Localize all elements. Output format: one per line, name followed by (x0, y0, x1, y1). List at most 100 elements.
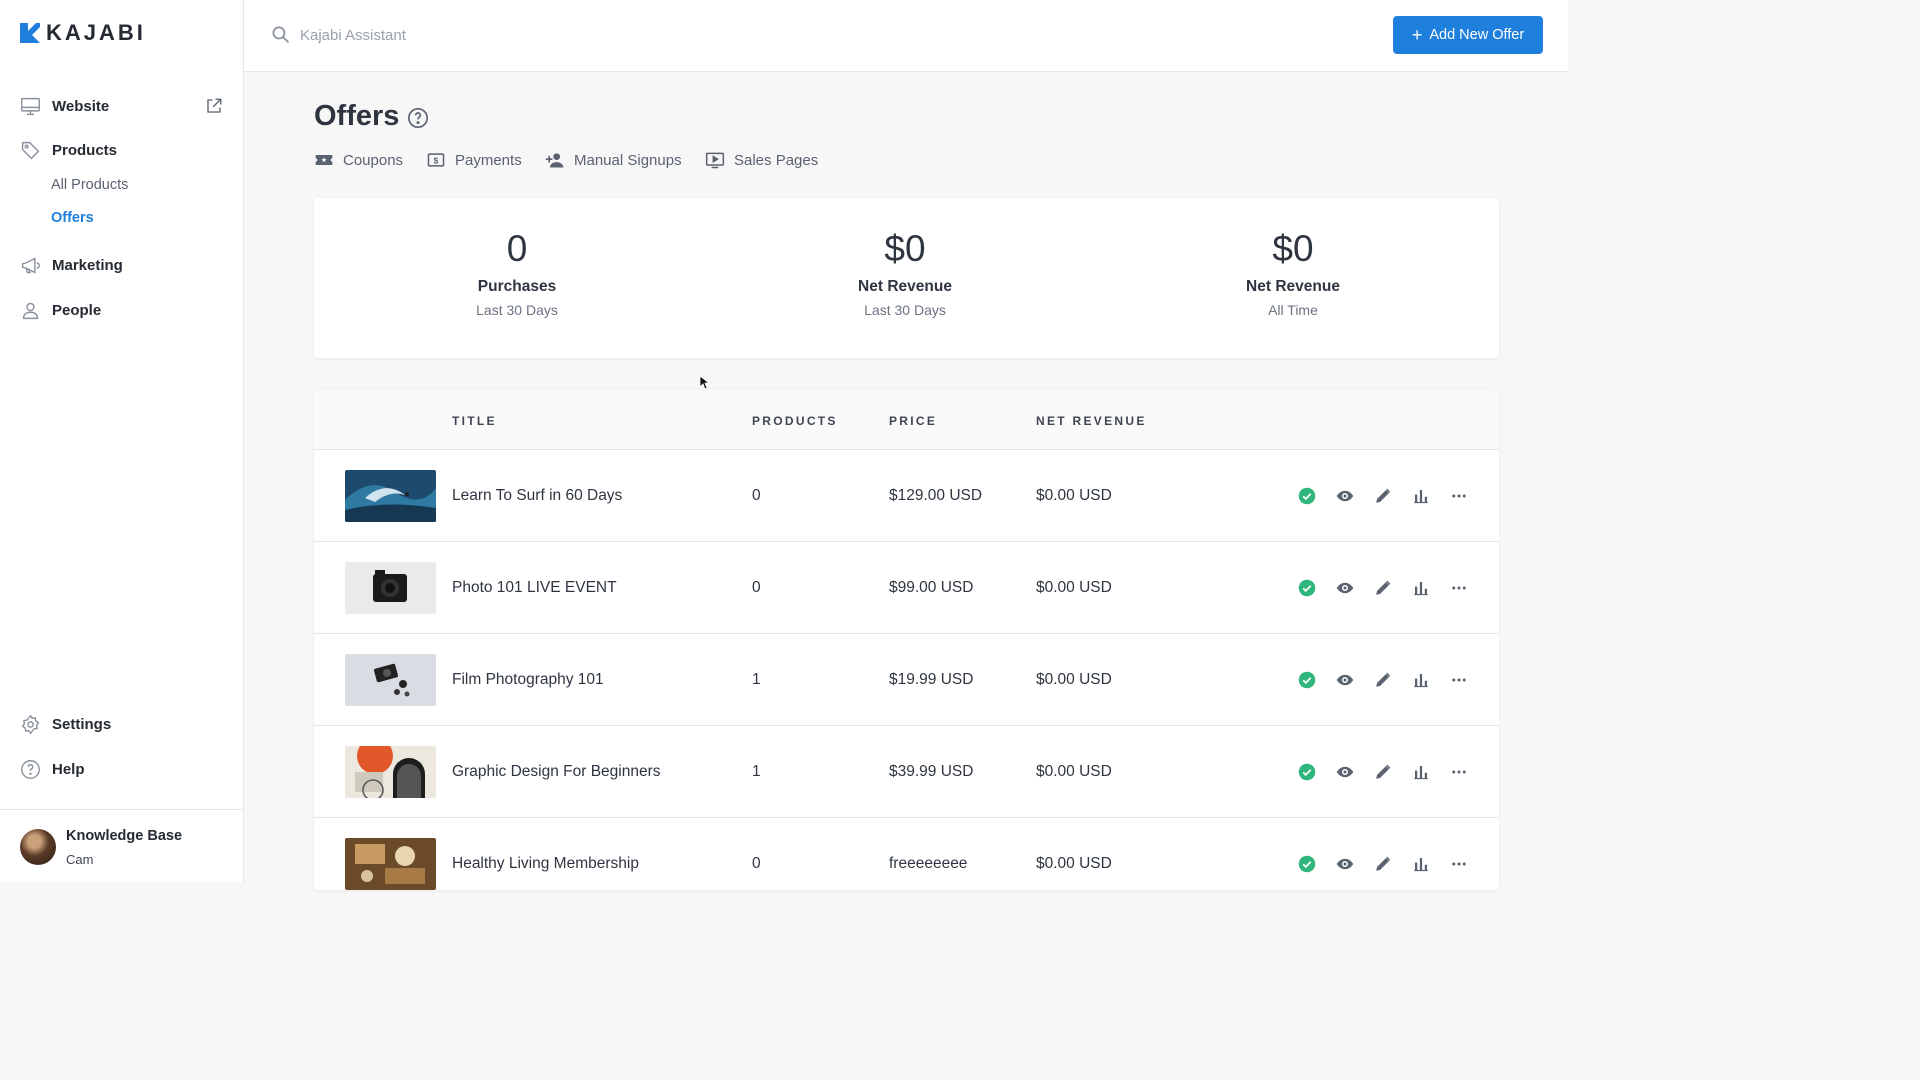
user-name: Cam (66, 852, 94, 867)
plus-icon: + (1411, 25, 1423, 45)
offer-thumbnail-surf[interactable] (345, 470, 436, 522)
table-row: Photo 101 LIVE EVENT 0 $99.00 USD $0.00 … (314, 542, 1499, 634)
row-actions (1298, 763, 1468, 781)
check-circle-icon[interactable] (1298, 487, 1316, 505)
more-icon[interactable] (1450, 487, 1468, 505)
bar-chart-icon[interactable] (1412, 487, 1430, 505)
offer-thumbnail-camera[interactable] (345, 562, 436, 614)
kajabi-logo[interactable]: KAJABI (20, 20, 146, 46)
sidebar-item-label: People (52, 302, 102, 319)
gear-icon (21, 714, 40, 735)
offer-products: 1 (752, 671, 761, 688)
stat-value: $0 (884, 228, 926, 269)
sidebar-item-help[interactable]: Help (20, 759, 85, 780)
external-link-icon[interactable] (205, 97, 223, 115)
column-header-price[interactable]: PRICE (889, 414, 937, 428)
bar-chart-icon[interactable] (1412, 579, 1430, 597)
table-row: Film Photography 101 1 $19.99 USD $0.00 … (314, 634, 1499, 726)
stat-label: Purchases (477, 278, 557, 295)
stat-period: All Time (1268, 302, 1318, 318)
offer-revenue: $0.00 USD (1036, 487, 1112, 504)
stat-net-revenue-all-time: $0 Net Revenue All Time (1096, 198, 1490, 318)
subnav-payments[interactable]: $ Payments (426, 150, 522, 170)
check-circle-icon[interactable] (1298, 671, 1316, 689)
sidebar-item-settings[interactable]: Settings (20, 714, 111, 735)
offer-revenue: $0.00 USD (1036, 671, 1112, 688)
stat-value: 0 (506, 228, 528, 269)
pencil-icon[interactable] (1374, 763, 1392, 781)
bar-chart-icon[interactable] (1412, 671, 1430, 689)
subnav-label: Manual Signups (574, 151, 682, 169)
stat-period: Last 30 Days (476, 302, 558, 318)
stat-period: Last 30 Days (864, 302, 946, 318)
row-actions (1298, 579, 1468, 597)
offer-price: $99.00 USD (889, 579, 974, 596)
more-icon[interactable] (1450, 763, 1468, 781)
sidebar-item-marketing[interactable]: Marketing (20, 255, 123, 276)
offer-thumbnail-healthy-living[interactable] (345, 838, 436, 890)
eye-icon[interactable] (1336, 671, 1354, 689)
offer-thumbnail-graphic-design[interactable] (345, 746, 436, 798)
mouse-cursor-icon (700, 376, 710, 390)
assistant-search-input[interactable] (300, 22, 800, 48)
question-circle-icon[interactable] (407, 107, 429, 129)
pencil-icon[interactable] (1374, 487, 1392, 505)
column-header-net-revenue[interactable]: NET REVENUE (1036, 414, 1147, 428)
more-icon[interactable] (1450, 855, 1468, 873)
sidebar-item-products[interactable]: Products (20, 140, 117, 161)
check-circle-icon[interactable] (1298, 579, 1316, 597)
subnav-label: Coupons (343, 151, 404, 169)
offer-title[interactable]: Photo 101 LIVE EVENT (452, 579, 617, 597)
pencil-icon[interactable] (1374, 671, 1392, 689)
check-circle-icon[interactable] (1298, 763, 1316, 781)
subnav-manual-signups[interactable]: Manual Signups (545, 150, 682, 170)
add-new-offer-button[interactable]: + Add New Offer (1393, 16, 1543, 54)
sidebar-item-label: Products (52, 142, 118, 159)
bar-chart-icon[interactable] (1412, 855, 1430, 873)
eye-icon[interactable] (1336, 763, 1354, 781)
top-bar: + Add New Offer (244, 0, 1568, 72)
sidebar-subitem-offers[interactable]: Offers (51, 210, 94, 226)
more-icon[interactable] (1450, 671, 1468, 689)
add-new-offer-label: Add New Offer (1429, 27, 1525, 43)
svg-text:$: $ (434, 155, 439, 165)
more-icon[interactable] (1450, 579, 1468, 597)
tag-icon (21, 141, 40, 160)
offer-title[interactable]: Film Photography 101 (452, 671, 604, 689)
eye-icon[interactable] (1336, 855, 1354, 873)
offer-products: 0 (752, 579, 761, 596)
subnav-sales-pages[interactable]: Sales Pages (705, 150, 818, 170)
sidebar: KAJABI Website Products All Products Off… (0, 0, 244, 882)
check-circle-icon[interactable] (1298, 855, 1316, 873)
offer-title[interactable]: Healthy Living Membership (452, 855, 639, 873)
column-header-title[interactable]: TITLE (452, 414, 497, 428)
offer-thumbnail-film[interactable] (345, 654, 436, 706)
offer-price: $19.99 USD (889, 671, 974, 688)
sidebar-item-website[interactable]: Website (20, 96, 109, 117)
stat-net-revenue-30d: $0 Net Revenue Last 30 Days (708, 198, 1102, 318)
help-circle-icon (21, 760, 40, 779)
eye-icon[interactable] (1336, 487, 1354, 505)
sidebar-subitem-all-products[interactable]: All Products (51, 177, 128, 193)
subnav-label: Payments (455, 151, 522, 169)
eye-icon[interactable] (1336, 579, 1354, 597)
pencil-icon[interactable] (1374, 855, 1392, 873)
ticket-icon (315, 155, 333, 165)
sidebar-item-people[interactable]: People (20, 300, 101, 321)
account-switcher[interactable]: Knowledge Base Cam (0, 809, 244, 882)
offer-title[interactable]: Learn To Surf in 60 Days (452, 487, 622, 505)
table-header: TITLE PRODUCTS PRICE NET REVENUE (314, 390, 1499, 450)
avatar (20, 829, 56, 865)
stat-label: Net Revenue (858, 278, 952, 295)
offer-revenue: $0.00 USD (1036, 855, 1112, 872)
subnav-label: Sales Pages (734, 151, 819, 169)
subnav-coupons[interactable]: Coupons (314, 150, 403, 170)
offer-title[interactable]: Graphic Design For Beginners (452, 763, 661, 781)
table-row: Healthy Living Membership 0 freeeeeeee $… (314, 818, 1499, 890)
bar-chart-icon[interactable] (1412, 763, 1430, 781)
kajabi-k-icon (20, 23, 40, 43)
stat-purchases: 0 Purchases Last 30 Days (320, 198, 714, 318)
stat-label: Net Revenue (1246, 278, 1340, 295)
column-header-products[interactable]: PRODUCTS (752, 414, 838, 428)
pencil-icon[interactable] (1374, 579, 1392, 597)
